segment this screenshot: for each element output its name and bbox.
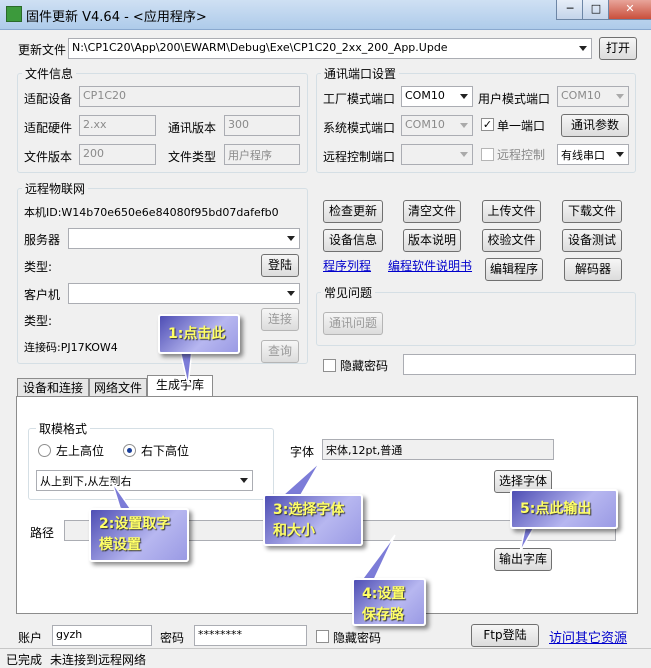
callout-arrows	[111, 349, 547, 583]
callout-3: 3:选择字体 和大小	[263, 494, 363, 546]
arrow-4-icon	[358, 534, 396, 583]
callout-5: 5:点此输出	[510, 489, 618, 529]
callout-4: 4:设置 保存路	[352, 578, 426, 626]
arrow-1-icon	[179, 349, 193, 386]
callout-1: 1:点击此	[158, 314, 240, 354]
callout-2: 2:设置取字 模设置	[89, 508, 189, 562]
